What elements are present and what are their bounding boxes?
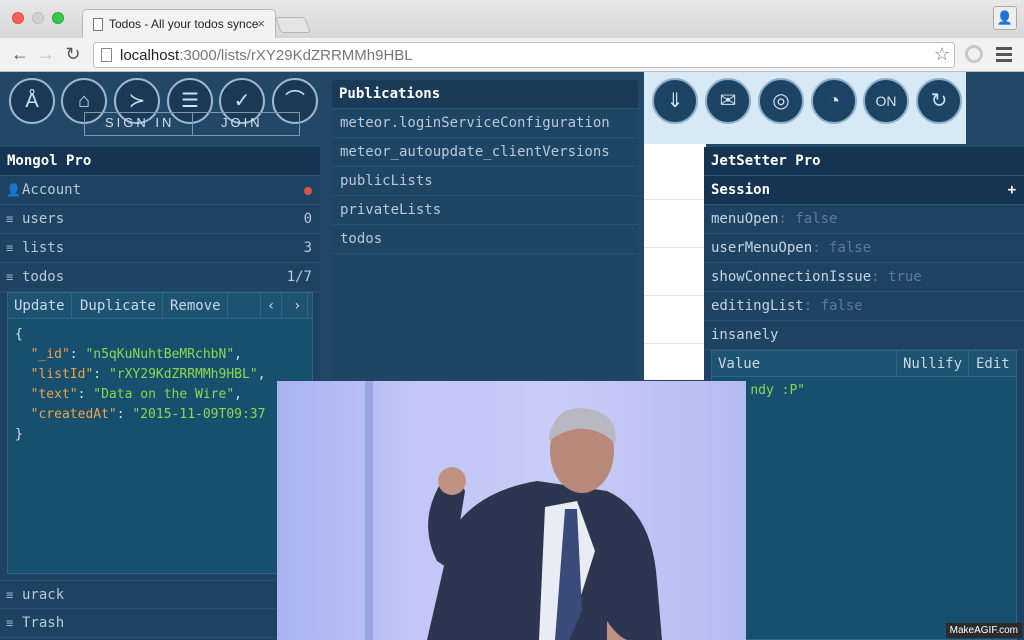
- previous-doc-button[interactable]: ‹: [260, 293, 283, 319]
- watermark: MakeAGIF.com: [945, 623, 1022, 638]
- collection-account[interactable]: 👤 Account: [0, 176, 320, 205]
- collection-label: lists: [22, 240, 65, 256]
- collection-todos[interactable]: ≡ todos 1/7: [0, 263, 320, 292]
- publication-item[interactable]: meteor_autoupdate_clientVersions: [332, 138, 638, 167]
- mongol-title[interactable]: Mongol Pro: [0, 147, 320, 176]
- session-header[interactable]: Session +: [704, 176, 1024, 205]
- document-viewer: Update Duplicate Remove ‹ › { "_id": "n5…: [7, 292, 313, 574]
- document-toolbar: Update Duplicate Remove ‹ ›: [8, 293, 312, 319]
- user-small-icon: 👤: [6, 183, 21, 197]
- remove-button[interactable]: Remove: [164, 293, 228, 319]
- browser-tab-bar: Todos - All your todos synced × 👤: [0, 0, 1024, 38]
- next-doc-button[interactable]: ›: [287, 293, 309, 319]
- new-tab-button[interactable]: [275, 17, 311, 33]
- session-var[interactable]: userMenuOpen: false: [704, 234, 1024, 263]
- publications-panel: Publications meteor.loginServiceConfigur…: [332, 80, 638, 380]
- mongol-panel: Mongol Pro 👤 Account ≡ users 0 ≡ lists 3…: [0, 147, 320, 640]
- back-icon[interactable]: ←: [8, 42, 32, 66]
- join-link[interactable]: JOIN: [221, 115, 263, 130]
- dancing-person-image: [427, 408, 662, 640]
- refresh-icon[interactable]: ↻: [916, 78, 962, 124]
- extension-icon[interactable]: [965, 45, 983, 63]
- accounts-icon[interactable]: Å: [9, 78, 55, 124]
- collection-label: Account: [22, 182, 82, 198]
- database-icon: ≡: [6, 588, 14, 602]
- page-info-icon[interactable]: [101, 48, 112, 62]
- status-dot: [304, 187, 312, 195]
- accounts-ui: SIGN IN JOIN: [84, 112, 300, 136]
- document-json[interactable]: { "_id": "n5qKuNuhtBeMRchbN", "listId": …: [8, 319, 312, 451]
- forward-icon[interactable]: →: [34, 42, 58, 66]
- tab-close-icon[interactable]: ×: [257, 16, 265, 31]
- collection-label: users: [22, 211, 65, 227]
- power-on-icon[interactable]: ON: [863, 78, 909, 124]
- collection-label: todos: [22, 269, 65, 285]
- update-button[interactable]: Update: [8, 293, 72, 319]
- add-session-var-button[interactable]: +: [1008, 176, 1016, 205]
- editor-content[interactable]: ndy :P": [712, 377, 1016, 404]
- download-icon[interactable]: ⇓: [652, 78, 698, 124]
- editor-toolbar: Value Nullify Edit: [712, 351, 1017, 377]
- minimize-window-button[interactable]: [32, 12, 44, 24]
- collection-lists[interactable]: ≡ lists 3: [0, 234, 320, 263]
- edit-button[interactable]: Edit: [970, 351, 1017, 377]
- mail-icon[interactable]: ✉: [705, 78, 751, 124]
- overlay-video: [277, 381, 746, 640]
- url-host: localhost: [120, 47, 180, 64]
- right-icon-bar: ⇓ ✉ ◎ ◔ ON ↻: [644, 72, 966, 144]
- database-icon: ≡: [6, 212, 14, 226]
- close-window-button[interactable]: [12, 12, 24, 24]
- reload-icon[interactable]: ↻: [61, 42, 85, 66]
- url-text: localhost:3000/lists/rXY29KdZRRMMh9HBL: [120, 47, 413, 64]
- address-bar[interactable]: localhost:3000/lists/rXY29KdZRRMMh9HBL ☆: [93, 42, 955, 68]
- duplicate-button[interactable]: Duplicate: [74, 293, 163, 319]
- collection-count: 0: [303, 211, 312, 227]
- jetsetter-title[interactable]: JetSetter Pro: [704, 147, 1024, 176]
- collection-urack[interactable]: ≡ urack: [0, 580, 320, 609]
- publication-item[interactable]: privateLists: [332, 196, 638, 225]
- collection-count: 3: [303, 240, 312, 256]
- browser-tab[interactable]: Todos - All your todos synced ×: [82, 9, 276, 38]
- sign-in-link[interactable]: SIGN IN: [105, 115, 174, 130]
- trash-icon: ≡: [6, 616, 14, 630]
- jetsetter-panel: JetSetter Pro Session + menuOpen: false …: [704, 147, 1024, 640]
- session-value-editor: Value Nullify Edit ndy :P": [711, 350, 1017, 640]
- profile-icon[interactable]: 👤: [993, 6, 1017, 30]
- maximize-window-button[interactable]: [52, 12, 64, 24]
- tab-title: Todos - All your todos synced: [109, 17, 259, 31]
- session-var[interactable]: menuOpen: false: [704, 205, 1024, 234]
- nullify-button[interactable]: Nullify: [896, 351, 970, 377]
- database-icon: ≡: [6, 241, 14, 255]
- collection-trash[interactable]: ≡ Trash: [0, 609, 320, 638]
- collection-label: urack: [22, 587, 65, 603]
- value-label: Value: [718, 356, 761, 372]
- publication-item[interactable]: publicLists: [332, 167, 638, 196]
- session-var[interactable]: editingList: false: [704, 292, 1024, 321]
- gauge-icon[interactable]: ◔: [811, 78, 857, 124]
- database-icon: ≡: [6, 270, 14, 284]
- browser-toolbar: ← → ↻ localhost:3000/lists/rXY29KdZRRMMh…: [0, 38, 1024, 72]
- page-icon: [93, 18, 103, 31]
- publications-title[interactable]: Publications: [332, 80, 638, 109]
- session-label: Session: [711, 182, 771, 198]
- publication-item[interactable]: meteor.loginServiceConfiguration: [332, 109, 638, 138]
- radar-icon[interactable]: ◎: [758, 78, 804, 124]
- bookmark-star-icon[interactable]: ☆: [934, 44, 950, 65]
- mongol-bottom-list: ≡ urack ≡ Trash: [0, 580, 320, 638]
- publication-item[interactable]: todos: [332, 225, 638, 254]
- collection-users[interactable]: ≡ users 0: [0, 205, 320, 234]
- session-var-selected[interactable]: insanely: [704, 321, 1024, 350]
- session-var[interactable]: showConnectionIssue: true: [704, 263, 1024, 292]
- url-path: :3000/lists/rXY29KdZRRMMh9HBL: [179, 47, 413, 64]
- collection-label: Trash: [22, 615, 65, 631]
- collection-count: 1/7: [286, 269, 312, 285]
- browser-menu-icon[interactable]: [996, 47, 1012, 65]
